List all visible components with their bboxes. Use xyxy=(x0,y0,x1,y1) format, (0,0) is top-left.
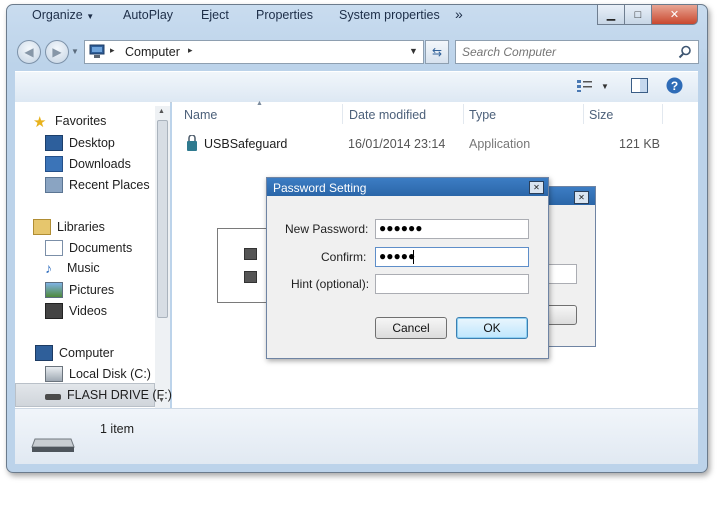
maximize-button[interactable]: □ xyxy=(624,5,652,25)
search-box[interactable] xyxy=(455,40,699,64)
usb-safeguard-icon xyxy=(187,135,197,151)
desktop-icon xyxy=(45,135,63,151)
more-commands-button[interactable]: » xyxy=(455,6,463,22)
breadcrumb-separator[interactable]: ▸ xyxy=(188,45,193,56)
hint-field[interactable] xyxy=(375,274,529,294)
nav-item-desktop[interactable]: Desktop xyxy=(45,135,115,151)
refresh-icon: ⇆ xyxy=(431,45,443,59)
hard-disk-icon xyxy=(45,366,63,382)
file-size: 121 KB xyxy=(619,137,661,151)
search-input[interactable] xyxy=(460,43,669,61)
column-header-date-modified[interactable]: Date modified xyxy=(349,108,426,122)
svg-text:?: ? xyxy=(671,79,678,93)
nav-favorites[interactable]: ★ Favorites xyxy=(33,113,106,131)
flash-drive-icon xyxy=(31,438,75,452)
new-password-value: ●●●●●● xyxy=(379,221,423,235)
dialog-title-bar: Password Setting ✕ xyxy=(267,178,548,196)
preview-pane-icon[interactable] xyxy=(631,78,648,93)
back-button[interactable]: ◀ xyxy=(17,40,41,64)
minimize-button[interactable]: ▁ xyxy=(597,5,625,25)
nav-item-local-disk[interactable]: Local Disk (C:) xyxy=(45,366,151,382)
nav-item-videos[interactable]: Videos xyxy=(45,303,107,319)
help-icon[interactable]: ? xyxy=(666,77,683,94)
eject-button[interactable]: Eject xyxy=(201,8,229,22)
new-password-label: New Password: xyxy=(285,222,369,236)
hint-label: Hint (optional): xyxy=(291,277,370,291)
system-properties-button[interactable]: System properties xyxy=(339,8,440,22)
column-header-size[interactable]: Size xyxy=(589,108,613,122)
search-icon xyxy=(678,45,691,59)
maximize-icon: □ xyxy=(634,8,642,21)
recent-pages-dropdown-icon[interactable]: ▼ xyxy=(71,47,79,56)
column-header-name[interactable]: Name xyxy=(184,108,217,122)
nav-item-music[interactable]: ♪ Music xyxy=(45,260,100,276)
file-date: 16/01/2014 23:14 xyxy=(348,137,446,151)
properties-button[interactable]: Properties xyxy=(256,8,313,22)
organize-menu[interactable]: Organize ▼ xyxy=(32,8,94,22)
flash-drive-icon xyxy=(45,394,61,400)
confirm-password-value: ●●●●● xyxy=(379,249,416,263)
view-options-dropdown-icon[interactable]: ▼ xyxy=(601,82,609,91)
dialog-close-button[interactable]: ✕ xyxy=(529,181,544,194)
nav-scrollbar[interactable]: ▲ ▼ xyxy=(155,106,170,408)
app-square-icon xyxy=(244,248,257,260)
videos-icon xyxy=(45,303,63,319)
close-icon: ✕ xyxy=(533,183,540,192)
confirm-password-field[interactable]: ●●●●● xyxy=(375,247,529,267)
autoplay-button[interactable]: AutoPlay xyxy=(123,8,173,22)
address-history-dropdown-icon[interactable]: ▼ xyxy=(409,46,418,56)
close-icon: ✕ xyxy=(669,9,680,21)
command-bar xyxy=(15,71,698,103)
nav-item-pictures[interactable]: Pictures xyxy=(45,282,114,298)
back-arrow-icon: ◀ xyxy=(24,45,34,59)
nav-item-flash-drive[interactable]: FLASH DRIVE (F:) xyxy=(45,388,172,402)
documents-icon xyxy=(45,240,63,256)
pictures-icon xyxy=(45,282,63,298)
recent-places-icon xyxy=(45,177,63,193)
music-icon: ♪ xyxy=(45,260,52,276)
close-icon[interactable]: ✕ xyxy=(574,191,589,204)
ok-button[interactable]: OK xyxy=(456,317,528,339)
nav-item-recent-places[interactable]: Recent Places xyxy=(45,177,150,193)
change-view-icon[interactable] xyxy=(577,79,593,92)
password-setting-dialog: Password Setting ✕ New Password: ●●●●●● … xyxy=(266,177,549,359)
item-count: 1 item xyxy=(100,422,135,436)
app-square-icon xyxy=(244,271,257,283)
forward-button[interactable]: ▶ xyxy=(45,40,69,64)
computer-icon xyxy=(89,44,105,58)
computer-icon xyxy=(35,345,53,361)
downloads-icon xyxy=(45,156,63,172)
file-name: USBSafeguard xyxy=(204,137,288,151)
address-bar[interactable]: ▸ Computer ▸ ▼ xyxy=(84,40,424,64)
file-type: Application xyxy=(469,137,531,151)
forward-arrow-icon: ▶ xyxy=(52,45,62,59)
cancel-button[interactable]: Cancel xyxy=(375,317,447,339)
details-pane: 1 item xyxy=(15,408,698,464)
breadcrumb-separator[interactable]: ▸ xyxy=(110,45,115,56)
nav-libraries[interactable]: Libraries xyxy=(33,219,105,235)
column-header-type[interactable]: Type xyxy=(469,108,496,122)
new-password-field[interactable]: ●●●●●● xyxy=(375,219,529,239)
libraries-icon xyxy=(33,219,51,235)
refresh-button[interactable]: ⇆ xyxy=(425,40,449,64)
nav-item-downloads[interactable]: Downloads xyxy=(45,156,131,172)
sort-arrow-icon: ▲ xyxy=(256,100,263,107)
close-button[interactable]: ✕ xyxy=(651,5,698,25)
star-icon: ★ xyxy=(33,113,47,131)
confirm-label: Confirm: xyxy=(321,250,367,264)
nav-computer[interactable]: Computer xyxy=(35,345,114,361)
text-cursor xyxy=(413,250,414,264)
breadcrumb-computer[interactable]: Computer xyxy=(125,45,180,59)
minimize-icon: ▁ xyxy=(606,9,616,21)
file-row[interactable]: USBSafeguard 16/01/2014 23:14 Applicatio… xyxy=(172,134,692,154)
nav-item-documents[interactable]: Documents xyxy=(45,240,132,256)
dialog-title: Password Setting xyxy=(273,181,367,195)
